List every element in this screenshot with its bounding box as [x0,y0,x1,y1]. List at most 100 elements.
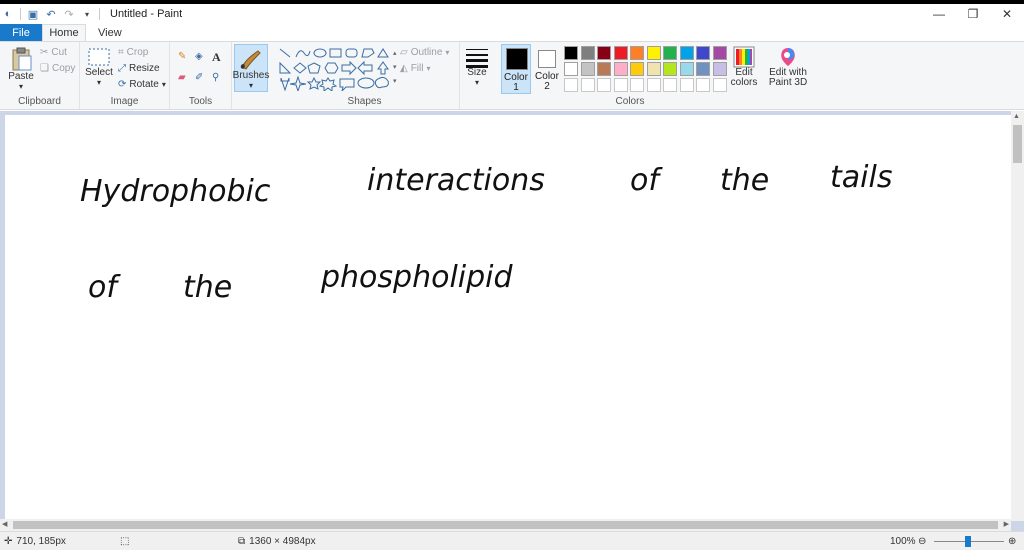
horizontal-scrollbar[interactable]: ◀ ▶ [0,519,1011,531]
palette-swatch[interactable] [679,46,694,60]
canvas-size: ⧉ 1360 × 4984px [238,536,316,547]
palette-swatch[interactable] [646,62,661,76]
copy-button[interactable]: ❏ Copy [40,63,75,74]
palette-swatch[interactable] [630,62,644,76]
palette-swatch[interactable] [679,62,694,76]
rotate-icon: ⟳ [118,79,127,90]
palette-swatch[interactable] [580,62,595,76]
palette-swatch[interactable] [712,62,727,76]
fill-bucket-icon: ◈ [195,51,203,62]
tab-file[interactable]: File [0,24,42,41]
vertical-scrollbar[interactable]: ▲ [1011,111,1024,521]
palette-swatch[interactable] [663,62,677,76]
custom-color-slot[interactable] [564,78,578,92]
color1-button[interactable]: Color 1 [501,44,531,94]
paint-app-icon: ◐ [4,8,12,20]
eraser-tool[interactable]: ▰ [178,72,186,83]
color-picker-tool[interactable]: ✐ [195,72,203,83]
palette-swatch[interactable] [696,62,710,76]
edit-with-paint3d-button[interactable]: Edit with Paint 3D [766,46,810,88]
palette-swatch[interactable] [630,46,644,60]
rotate-button[interactable]: ⟳ Rotate ▾ [118,79,166,90]
custom-color-slot[interactable] [580,78,595,92]
canvas-word: tails [830,160,892,195]
close-icon[interactable]: ✕ [990,4,1024,24]
color-palette [564,46,730,96]
canvas-word: phospholipid [320,260,514,295]
save-icon[interactable]: ▣ [27,8,39,21]
palette-swatch[interactable] [597,62,611,76]
horizontal-scroll-thumb[interactable] [13,521,998,529]
palette-swatch[interactable] [613,62,628,76]
custom-color-slot[interactable] [597,78,611,92]
custom-color-slot[interactable] [613,78,628,92]
select-button[interactable]: Select ▾ [84,46,114,88]
custom-color-slot[interactable] [679,78,694,92]
magnifier-tool[interactable]: ⚲ [212,72,219,83]
tab-view[interactable]: View [86,24,134,41]
redo-icon[interactable]: ↷ [63,8,75,21]
palette-swatch[interactable] [597,46,611,60]
image-label: Image [110,96,139,107]
drawing-canvas[interactable]: Hydrophobic interactions of the tails of… [5,115,1011,523]
tab-home[interactable]: Home [42,24,86,41]
undo-icon[interactable]: ↶ [45,8,57,21]
crop-button[interactable]: ⌗ Crop [118,47,148,58]
canvas-word: of [88,270,121,305]
text-icon: A [212,50,221,64]
restore-icon[interactable]: ❐ [956,4,990,24]
canvas-word: of [630,163,663,198]
customize-toolbar-icon[interactable]: ▾ [81,8,93,20]
color-wheel-icon [733,46,755,68]
palette-swatch[interactable] [564,46,578,60]
ribbon: Paste ▾ ✂ Cut ❏ Copy Clipboard Select ▾ ⌗ C… [0,41,1024,110]
copy-icon: ❏ [40,63,49,74]
custom-color-slot[interactable] [712,78,727,92]
clipboard-label: Clipboard [18,96,61,107]
window-controls: — ❐ ✕ [922,4,1024,24]
paste-button[interactable]: Paste ▾ [6,46,36,92]
zoom-slider-thumb[interactable] [965,536,971,547]
size-icon [466,49,488,68]
size-button[interactable]: Size ▾ [462,46,492,88]
shapes-gallery[interactable] [278,47,390,91]
palette-swatch[interactable] [712,46,727,60]
minimize-icon[interactable]: — [922,4,956,24]
minus-icon: ⊖ [918,536,927,547]
pencil-tool[interactable]: ✎ [178,51,186,62]
paint3d-icon [781,48,795,66]
vertical-scroll-thumb[interactable] [1013,125,1022,163]
fill-tool[interactable]: ◈ [195,51,203,62]
cursor-position: ✛ 710, 185px [4,536,66,547]
scroll-right-icon[interactable]: ▶ [1004,520,1009,528]
custom-color-slot[interactable] [646,78,661,92]
fill-button[interactable]: ◭ Fill ▾ [400,63,431,74]
custom-color-slot[interactable] [630,78,644,92]
palette-swatch[interactable] [613,46,628,60]
zoom-out-button[interactable]: ⊖ [918,532,926,551]
outline-button[interactable]: ▱ Outline ▾ [400,47,449,58]
color1-swatch [506,48,528,70]
custom-color-slot[interactable] [696,78,710,92]
palette-swatch[interactable] [663,46,677,60]
shapes-scroll[interactable]: ▴ ▾ ▾ [393,47,399,91]
custom-color-slot[interactable] [663,78,677,92]
text-tool[interactable]: A [212,50,221,65]
scroll-up-icon[interactable]: ▲ [1013,113,1020,120]
edit-colors-button[interactable]: Edit colors [728,46,760,88]
scroll-left-icon[interactable]: ◀ [2,520,7,528]
cut-button[interactable]: ✂ Cut [40,47,67,58]
palette-swatch[interactable] [696,46,710,60]
palette-swatch[interactable] [580,46,595,60]
brushes-button[interactable]: Brushes ▾ [233,44,269,92]
resize-button[interactable]: ⤢ Resize [118,63,160,74]
plus-icon: ⊕ [1008,536,1017,547]
crosshair-icon: ✛ [4,536,13,547]
tools-group: ✎ ◈ A ▰ ✐ ⚲ Tools [170,42,232,109]
palette-swatch[interactable] [646,46,661,60]
zoom-in-button[interactable]: ⊕ [1008,532,1016,551]
color2-button[interactable]: Color 2 [533,44,561,94]
image-group: Select ▾ ⌗ Crop ⤢ Resize ⟳ Rotate ▾ Image [80,42,170,109]
color2-swatch [538,50,556,68]
palette-swatch[interactable] [564,62,578,76]
